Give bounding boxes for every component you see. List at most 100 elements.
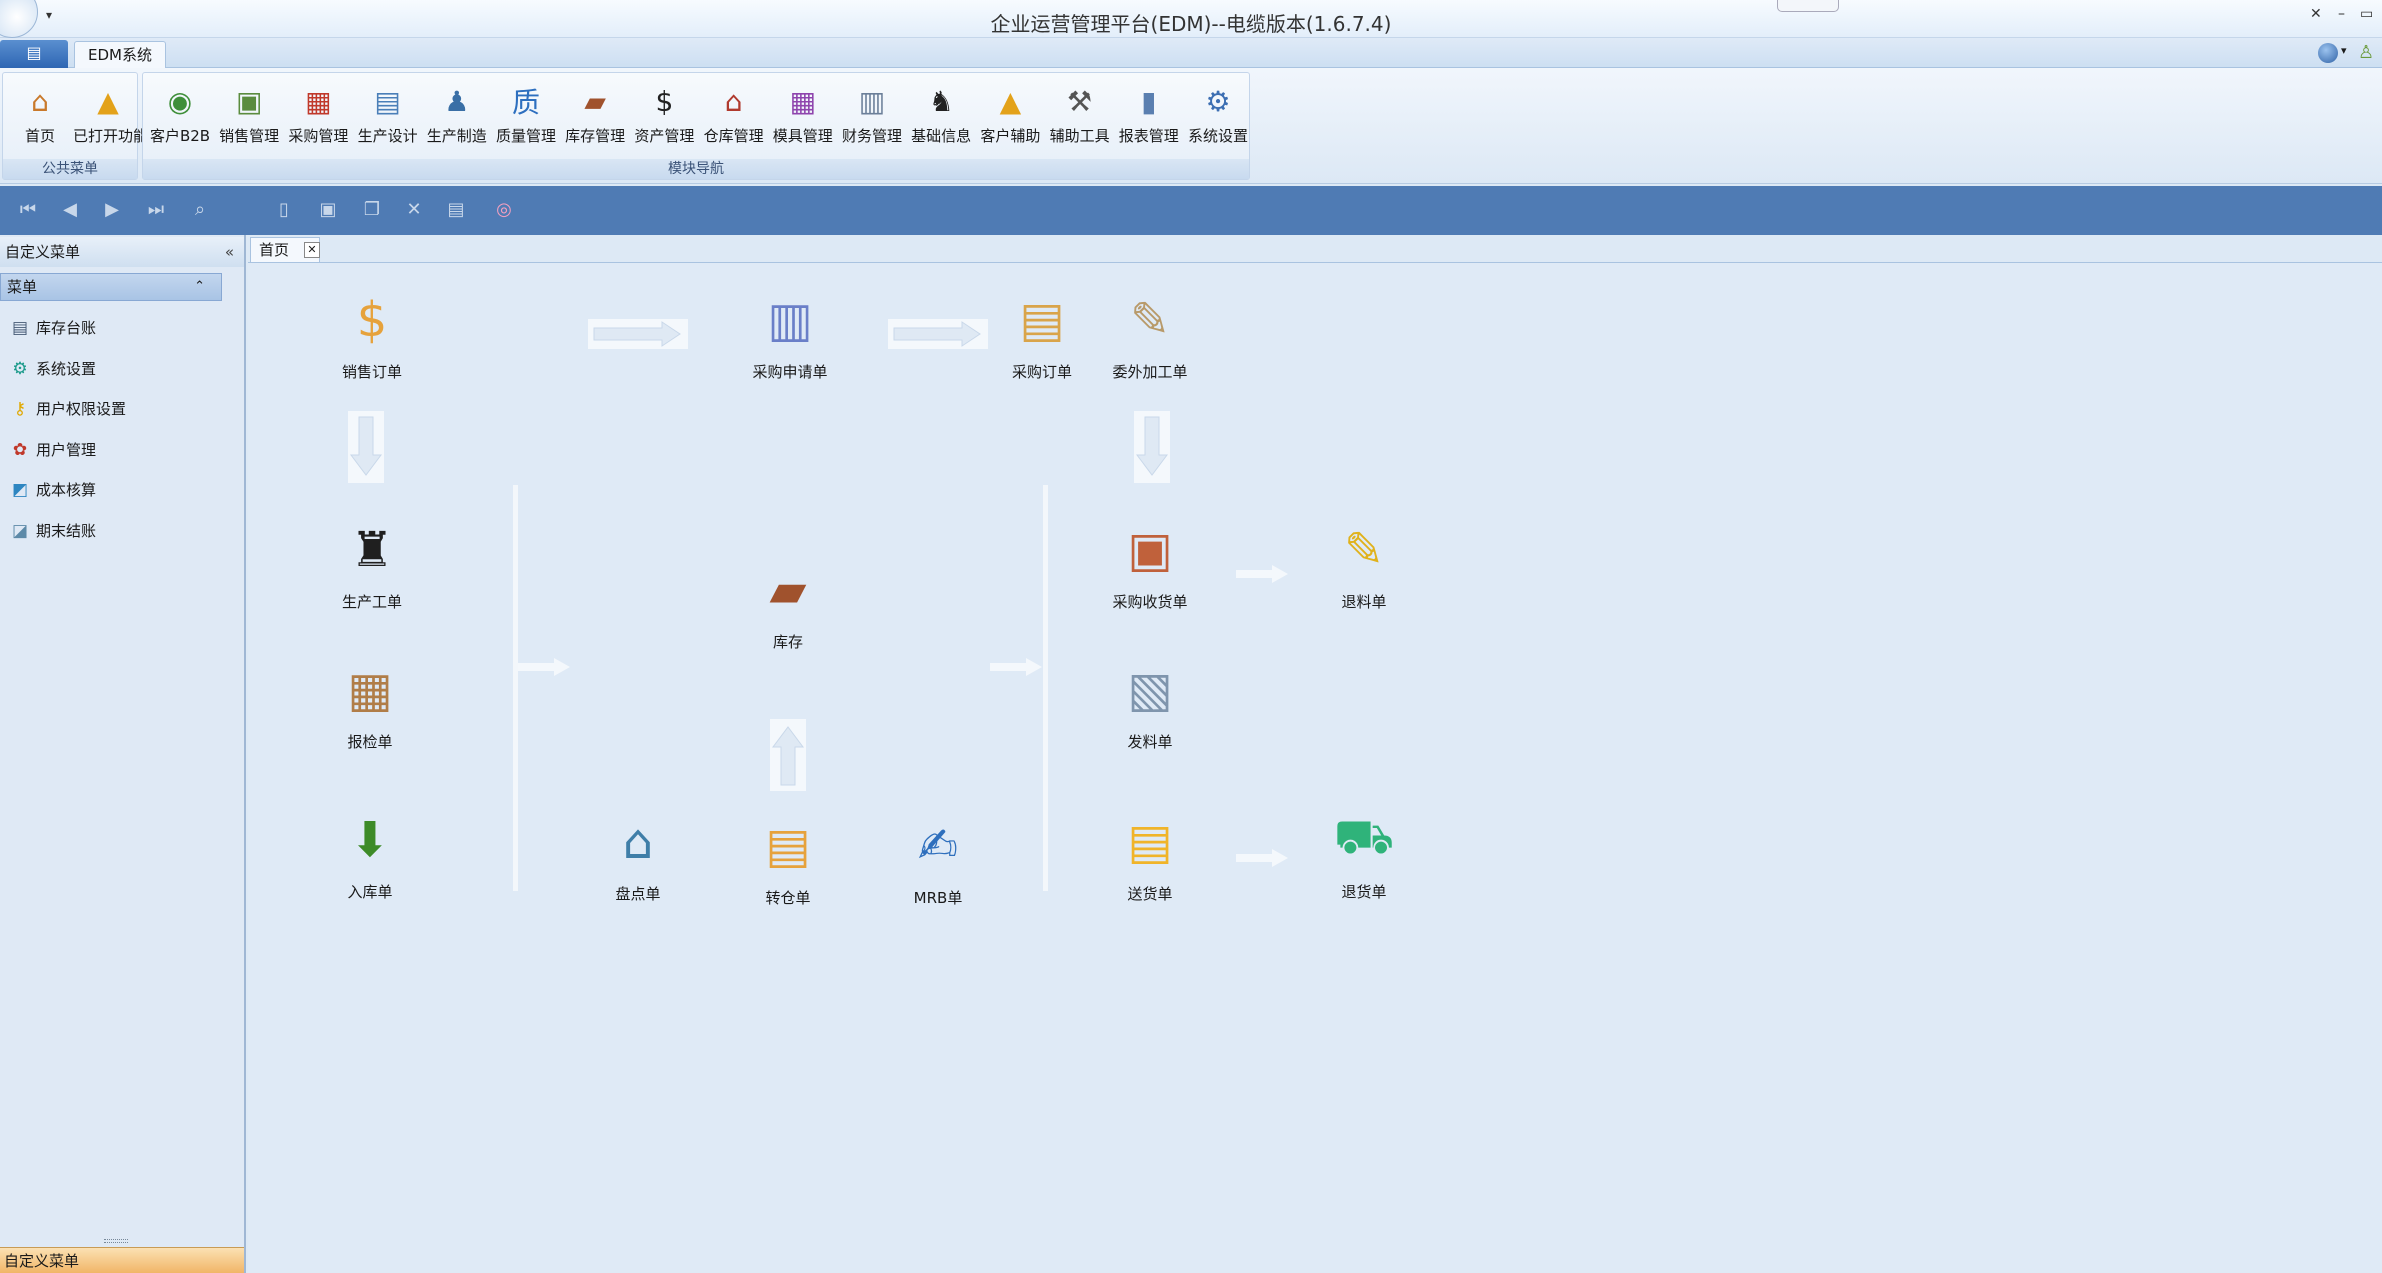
ribbon-button-hammer[interactable]: ⚒ 辅助工具 bbox=[1045, 79, 1115, 161]
sidebar-item-label: 系统设置 bbox=[36, 359, 97, 378]
flow-node-sales-order[interactable]: $ 销售订单 bbox=[312, 283, 432, 382]
cart-icon: ▦ bbox=[305, 84, 332, 118]
notepad-icon: ▧ bbox=[1127, 662, 1173, 718]
menu-section-header[interactable]: 菜单 ⌃ bbox=[0, 273, 222, 301]
sidebar-item-ledger[interactable]: ▤ 库存台账 bbox=[8, 313, 218, 343]
flow-node-label: 盘点单 bbox=[615, 885, 661, 903]
cost-icon: ◩ bbox=[11, 480, 29, 500]
ribbon-button-sales[interactable]: ▣ 销售管理 bbox=[214, 79, 284, 161]
flow-node-inspection[interactable]: ▦ 报检单 bbox=[310, 653, 430, 752]
ribbon-button-label: 质量管理 bbox=[495, 127, 556, 145]
flow-bracket-left bbox=[490, 485, 518, 891]
gears-icon: ⚙ bbox=[1205, 84, 1231, 118]
flow-node-mrb[interactable]: ✍ MRB单 bbox=[878, 809, 998, 908]
flow-arrow-small-right bbox=[1236, 565, 1288, 583]
ribbon-button-open-functions[interactable]: ▲ 已打开功能 bbox=[73, 79, 148, 161]
tab-home-label: 首页 bbox=[259, 241, 290, 259]
previous-record-icon[interactable]: ◀ bbox=[58, 198, 82, 222]
sidebar-footer-tab[interactable]: 自定义菜单 bbox=[0, 1247, 244, 1273]
flow-node-return-goods[interactable]: ⛟ 退货单 bbox=[1304, 803, 1424, 902]
title-grip-handle[interactable] bbox=[1777, 0, 1839, 12]
help-lifebuoy-icon[interactable]: ◎ bbox=[492, 198, 516, 222]
flow-node-label: 采购订单 bbox=[1011, 363, 1072, 381]
flow-node-purchase-receipt[interactable]: ▣ 采购收货单 bbox=[1090, 513, 1210, 612]
restore-window-icon[interactable]: ✕ bbox=[2310, 6, 2322, 22]
business-flow-canvas: $ 销售订单 ▥ 采购申请单 ▤ 采购订单 ✎ 委外加工单 ♜ 生产工单 ▰ 库存 ▣ 采购收货单 ✎ 退料单… bbox=[248, 263, 2382, 1273]
save-icon[interactable]: ▣ bbox=[316, 198, 340, 222]
flow-node-stocktake[interactable]: ⌂ 盘点单 bbox=[578, 805, 698, 904]
sidebar-item-users[interactable]: ✿ 用户管理 bbox=[8, 435, 218, 465]
ribbon-button-report[interactable]: ▮ 报表管理 bbox=[1114, 79, 1184, 161]
flow-node-transfer[interactable]: ▤ 转仓单 bbox=[728, 809, 848, 908]
new-document-icon[interactable]: ▯ bbox=[272, 198, 296, 222]
flow-arrow-small-right bbox=[518, 658, 570, 676]
user-icon[interactable]: ♙ bbox=[2358, 42, 2374, 63]
print-icon[interactable]: ▤ bbox=[444, 198, 468, 222]
sidebar-item-key[interactable]: ⚷ 用户权限设置 bbox=[8, 394, 218, 424]
memo-icon: ✎ bbox=[1129, 292, 1171, 348]
ribbon-button-home[interactable]: ⌂ 首页 bbox=[5, 79, 75, 161]
ribbon-button-chess[interactable]: ♞ 基础信息 bbox=[906, 79, 976, 161]
shield-icon: 质 bbox=[511, 86, 540, 119]
ribbon-button-warehouse[interactable]: ⌂ 仓库管理 bbox=[699, 79, 769, 161]
flow-node-purchase-order[interactable]: ▤ 采购订单 bbox=[982, 283, 1102, 382]
ribbon-button-label: 生产设计 bbox=[357, 127, 418, 145]
sidebar-item-cost[interactable]: ◩ 成本核算 bbox=[8, 475, 218, 505]
ribbon-button-worker[interactable]: ♟ 生产制造 bbox=[422, 79, 492, 161]
flow-node-label: 退货单 bbox=[1341, 883, 1387, 901]
flow-node-stock-in[interactable]: ⬇ 入库单 bbox=[310, 803, 430, 902]
ribbon-button-gears[interactable]: ⚙ 系统设置 bbox=[1183, 79, 1253, 161]
flow-node-label: 委外加工单 bbox=[1112, 363, 1188, 381]
flow-node-label: 生产工单 bbox=[341, 593, 402, 611]
ribbon-button-grid[interactable]: ▦ 模具管理 bbox=[768, 79, 838, 161]
tab-home[interactable]: 首页 ✕ bbox=[250, 237, 320, 263]
minimize-window-icon[interactable]: – bbox=[2338, 6, 2345, 22]
sidebar-item-closing[interactable]: ◪ 期末结账 bbox=[8, 516, 218, 546]
ribbon-tab-row: ▤ EDM系统 ▾ ♙ bbox=[0, 38, 2382, 69]
report-icon: ▮ bbox=[1141, 84, 1157, 118]
ribbon-button-shield[interactable]: 质质量管理 bbox=[491, 79, 561, 161]
globe-icon: ◉ bbox=[167, 84, 193, 118]
ribbon-button-coins[interactable]: $ 资产管理 bbox=[629, 79, 699, 161]
sidebar-item-settings[interactable]: ⚙ 系统设置 bbox=[8, 354, 218, 384]
ribbon-button-service[interactable]: ▲ 客户辅助 bbox=[975, 79, 1045, 161]
sidebar-collapse-icon[interactable]: « bbox=[225, 237, 234, 267]
next-record-icon[interactable]: ▶ bbox=[100, 198, 124, 222]
record-toolbar: ⏮ ◀ ▶ ⏭ ⌕ ▯ ▣ ❐ ✕ ▤ ◎ bbox=[0, 186, 2382, 235]
ribbon-button-box[interactable]: ▰ 库存管理 bbox=[560, 79, 630, 161]
maximize-window-icon[interactable]: ▭ bbox=[2360, 6, 2373, 22]
sidebar-item-label: 用户权限设置 bbox=[36, 400, 127, 418]
flow-node-label: 退料单 bbox=[1341, 593, 1387, 611]
flow-node-label: 采购收货单 bbox=[1112, 593, 1188, 611]
help-dropdown-icon[interactable]: ▾ bbox=[2341, 44, 2347, 57]
copy-icon[interactable]: ❐ bbox=[360, 198, 384, 222]
ribbon-button-globe[interactable]: ◉ 客户B2B bbox=[145, 79, 215, 161]
flow-node-outsourcing-order[interactable]: ✎ 委外加工单 bbox=[1090, 283, 1210, 382]
close-icon[interactable]: ✕ bbox=[304, 242, 320, 258]
tab-edm-system[interactable]: EDM系统 bbox=[74, 41, 166, 69]
flow-node-purchase-request[interactable]: ▥ 采购申请单 bbox=[730, 283, 850, 382]
flow-node-delivery[interactable]: ▤ 送货单 bbox=[1090, 805, 1210, 904]
app-menu-button[interactable]: ▤ bbox=[0, 40, 68, 68]
flow-arrow-small-right bbox=[990, 658, 1042, 676]
delete-icon[interactable]: ✕ bbox=[402, 198, 426, 222]
ribbon: 公共菜单 ⌂ 首页 ▲ 已打开功能 模块导航 ◉ 客户B2B ▣ 销售管理 ▦ 采购管理 ▤ 生产设… bbox=[0, 68, 2382, 184]
service-icon: ▲ bbox=[999, 84, 1022, 118]
chevron-up-icon[interactable]: ⌃ bbox=[194, 274, 205, 300]
flow-node-return-material[interactable]: ✎ 退料单 bbox=[1304, 513, 1424, 612]
sidebar-splitter[interactable] bbox=[104, 1239, 128, 1243]
first-record-icon[interactable]: ⏮ bbox=[16, 198, 40, 222]
search-icon[interactable]: ⌕ bbox=[188, 198, 212, 222]
ledger-icon: ▤ bbox=[11, 318, 29, 338]
flow-node-production-order[interactable]: ♜ 生产工单 bbox=[312, 513, 432, 612]
hammer-icon: ⚒ bbox=[1067, 84, 1093, 118]
flow-arrow-small-right bbox=[1236, 849, 1288, 867]
ribbon-button-design[interactable]: ▤ 生产设计 bbox=[353, 79, 423, 161]
warehouse-icon: ⌂ bbox=[724, 84, 743, 118]
help-globe-icon[interactable] bbox=[2318, 43, 2338, 63]
ribbon-button-calculator[interactable]: ▥ 财务管理 bbox=[837, 79, 907, 161]
last-record-icon[interactable]: ⏭ bbox=[144, 198, 168, 222]
flow-node-material-issue[interactable]: ▧ 发料单 bbox=[1090, 653, 1210, 752]
ribbon-button-cart[interactable]: ▦ 采购管理 bbox=[283, 79, 353, 161]
flow-node-inventory[interactable]: ▰ 库存 bbox=[728, 553, 848, 652]
